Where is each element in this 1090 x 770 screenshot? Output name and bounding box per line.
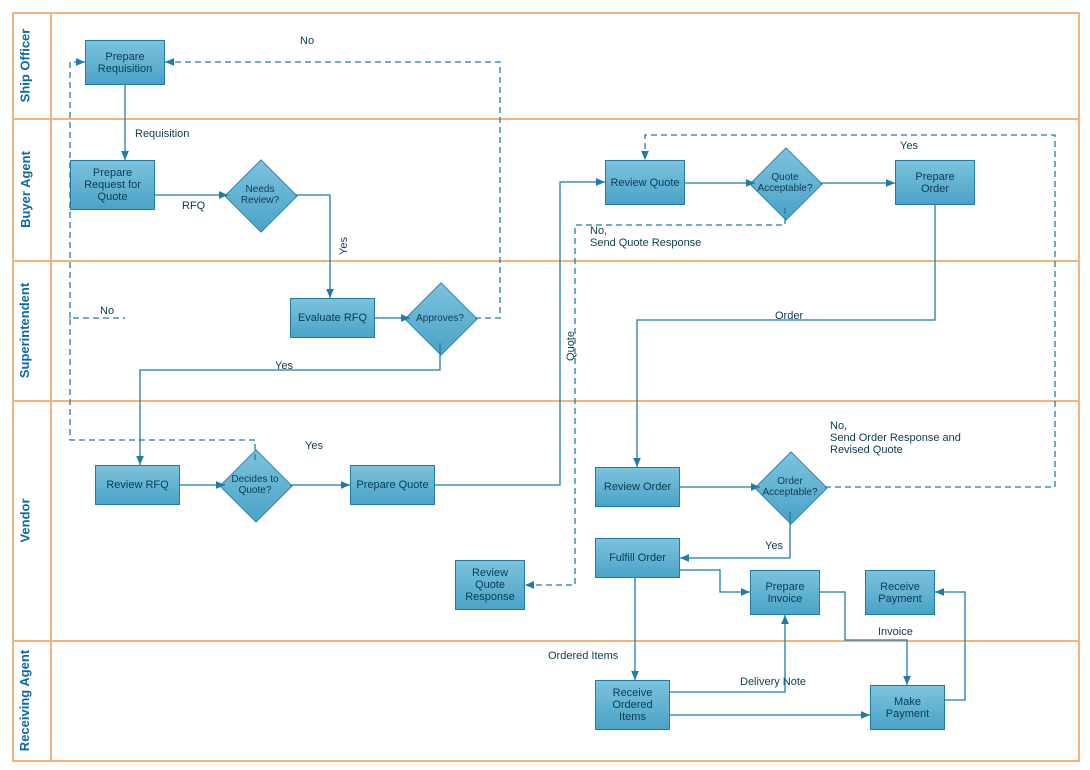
node-prepare-requisition: Prepare Requisition: [85, 40, 165, 85]
node-receive-payment: Receive Payment: [865, 570, 935, 615]
label-yes-5: Yes: [765, 540, 783, 552]
swimlane-diagram: Ship Officer Buyer Agent Superintendent …: [0, 0, 1090, 770]
node-review-rfq: Review RFQ: [95, 465, 180, 505]
label-no-1: No: [300, 35, 314, 47]
label-order: Order: [775, 310, 803, 322]
lane-receiving-agent: Receiving Agent: [0, 640, 50, 760]
label-delivery-note: Delivery Note: [740, 676, 806, 688]
node-prepare-invoice: Prepare Invoice: [750, 570, 820, 615]
lane-superintendent: Superintendent: [0, 260, 50, 400]
node-quote-acceptable: Quote Acceptable?: [750, 158, 820, 208]
node-decides-to-quote: Decides to Quote?: [220, 460, 290, 510]
node-prepare-rfq: Prepare Request for Quote: [70, 160, 155, 210]
edges-layer: [0, 0, 1090, 770]
node-needs-review: Needs Review?: [225, 170, 295, 220]
label-no-send-quote: No, Send Quote Response: [590, 225, 701, 249]
node-review-quote: Review Quote: [605, 160, 685, 205]
label-no-2: No: [100, 305, 114, 317]
node-review-order: Review Order: [595, 467, 680, 507]
label-yes-1: Yes: [338, 237, 350, 255]
label-invoice: Invoice: [878, 626, 913, 638]
node-prepare-order: Prepare Order: [895, 160, 975, 205]
lane-vendor: Vendor: [0, 400, 50, 640]
lane-ship-officer: Ship Officer: [0, 12, 50, 118]
node-approves: Approves?: [405, 293, 475, 343]
node-review-quote-response: Review Quote Response: [455, 560, 525, 610]
label-no-send-order: No, Send Order Response and Revised Quot…: [830, 420, 961, 456]
node-fulfill-order: Fulfill Order: [595, 538, 680, 578]
node-evaluate-rfq: Evaluate RFQ: [290, 298, 375, 338]
node-prepare-quote: Prepare Quote: [350, 465, 435, 505]
node-receive-ordered-items: Receive Ordered Items: [595, 680, 670, 730]
label-rfq: RFQ: [182, 200, 205, 212]
node-order-acceptable: Order Acceptable?: [755, 462, 825, 512]
lane-buyer-agent: Buyer Agent: [0, 118, 50, 260]
label-ordered-items: Ordered Items: [548, 650, 618, 662]
node-make-payment: Make Payment: [870, 685, 945, 730]
label-yes-2: Yes: [275, 360, 293, 372]
label-yes-3: Yes: [305, 440, 323, 452]
label-requisition: Requisition: [135, 128, 189, 140]
label-quote: Quote: [565, 331, 577, 361]
label-yes-4: Yes: [900, 140, 918, 152]
